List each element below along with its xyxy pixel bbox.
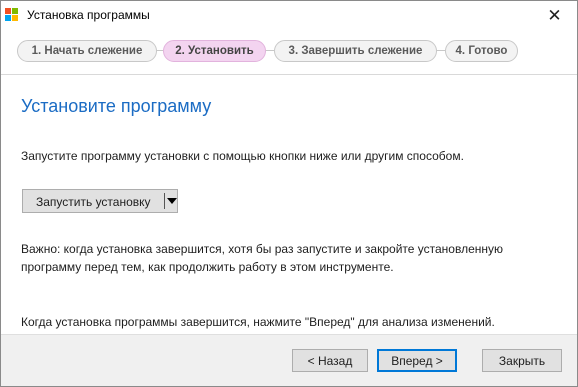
step-install: 2. Установить <box>163 40 266 62</box>
step-finish-tracking: 3. Завершить слежение <box>274 40 437 62</box>
split-divider <box>164 193 165 209</box>
page-title: Установите программу <box>21 96 212 116</box>
important-note: Важно: когда установка завершится, хотя … <box>21 242 504 274</box>
installer-window: Установка программы ✕ 1. Начать слежение… <box>0 0 578 387</box>
run-installer-label: Запустить установку <box>36 195 151 209</box>
next-button[interactable]: Вперед > <box>377 349 457 372</box>
final-note: Когда установка программы завершится, на… <box>21 315 495 329</box>
run-installer-split-button[interactable]: Запустить установку <box>22 189 178 213</box>
chevron-down-icon[interactable] <box>167 198 177 204</box>
close-icon[interactable]: ✕ <box>532 1 577 30</box>
footer-bar: < Назад Вперед > Закрыть <box>1 334 577 386</box>
instruction-text: Запустите программу установки с помощью … <box>21 149 464 163</box>
back-button[interactable]: < Назад <box>292 349 368 372</box>
step-done: 4. Готово <box>445 40 518 62</box>
step-start-tracking: 1. Начать слежение <box>17 40 157 62</box>
window-title: Установка программы <box>27 8 150 22</box>
title-bar: Установка программы ✕ <box>1 1 577 31</box>
windows-logo-icon <box>5 8 19 22</box>
header-divider <box>1 74 577 75</box>
close-button[interactable]: Закрыть <box>482 349 562 372</box>
